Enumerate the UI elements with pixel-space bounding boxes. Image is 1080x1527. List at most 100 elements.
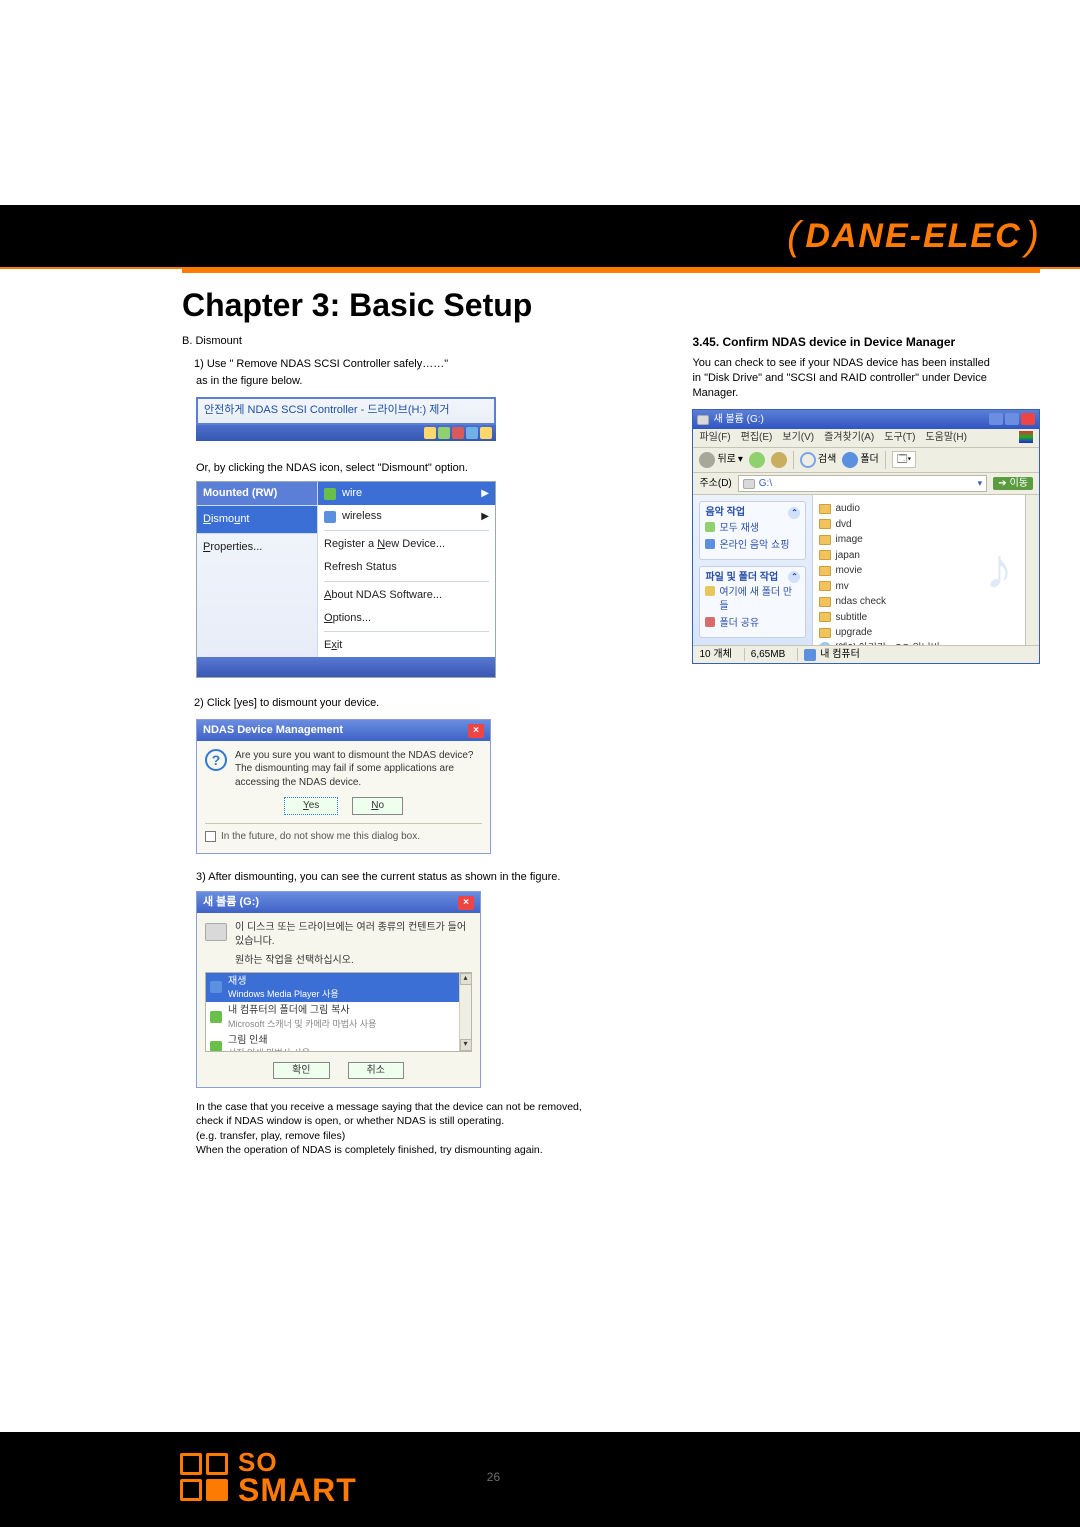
figure-context-menu: Mounted (RW) DDismountismount Properties… <box>196 481 496 678</box>
toolbar-separator <box>793 451 794 469</box>
close-icon[interactable]: × <box>468 724 484 738</box>
folder-icon <box>819 612 831 622</box>
computer-icon <box>804 649 816 661</box>
device-icon <box>324 488 336 500</box>
ctx-submenu-wire[interactable]: wire▶ <box>318 482 495 505</box>
list-item[interactable]: 재생Windows Media Player 사용 <box>206 973 471 1003</box>
question-icon: ? <box>205 749 227 771</box>
explorer-tasks-pane: 음악 작업⌃ 모두 재생 온라인 음악 쇼핑 파일 및 폴더 작업 ⌃ 여기에 새… <box>693 495 813 645</box>
dialog-title: NDAS Device Management <box>203 723 343 738</box>
window-titlebar: 새 볼륨 (G:) <box>693 410 1039 430</box>
task-item[interactable]: 여기에 새 폴더 만들 <box>705 584 800 615</box>
tray-icon <box>466 427 478 439</box>
right-p2: in "Disk Drive" and "SCSI and RAID contr… <box>692 371 1040 386</box>
ctx-exit[interactable]: Exit <box>318 634 495 657</box>
status-line-1: 이 디스크 또는 드라이브에는 여러 종류의 컨텐트가 들어 있습니다. <box>235 921 472 948</box>
search-button[interactable]: 검색 <box>800 452 836 468</box>
scanner-icon <box>210 1011 222 1023</box>
close-icon[interactable] <box>1021 413 1035 425</box>
task-item[interactable]: 온라인 음악 쇼핑 <box>705 537 800 555</box>
share-folder-icon <box>705 617 715 627</box>
drive-icon <box>743 479 755 489</box>
list-item[interactable]: audio <box>819 501 1033 517</box>
figure-current-status-dialog: 새 볼륨 (G:) × 이 디스크 또는 드라이브에는 여러 종류의 컨텐트가 … <box>196 891 481 1088</box>
menu-help[interactable]: 도움말(H) <box>925 431 966 445</box>
list-item[interactable]: 그림 인쇄사진 인쇄 마법사 사용 <box>206 1032 471 1052</box>
scroll-down-icon[interactable]: ▾ <box>460 1039 472 1051</box>
view-dropdown[interactable]: 🗔▾ <box>892 451 917 469</box>
ctx-submenu-wireless[interactable]: wireless▶ <box>318 505 495 528</box>
note-line-3: (e.g. transfer, play, remove files) <box>196 1129 662 1143</box>
so-smart-logo <box>180 1453 228 1501</box>
menu-view[interactable]: 보기(V) <box>782 431 814 445</box>
chevron-down-icon[interactable]: ▾ <box>978 477 983 489</box>
folder-icon <box>819 581 831 591</box>
no-button[interactable]: No <box>352 797 403 815</box>
ok-button[interactable]: 확인 <box>273 1062 329 1080</box>
folder-icon <box>819 519 831 529</box>
back-button[interactable]: 뒤로 ▾ <box>699 452 742 468</box>
go-button[interactable]: ➔ 이동 <box>993 477 1033 491</box>
maximize-icon[interactable] <box>1005 413 1019 425</box>
ctx-item-properties[interactable]: Properties... <box>197 533 317 561</box>
do-not-show-label: In the future, do not show me this dialo… <box>221 830 420 844</box>
figure-taskbar-strip <box>197 657 495 677</box>
dialog-title: 새 볼륨 (G:) <box>203 895 259 910</box>
vertical-scrollbar[interactable] <box>1025 495 1039 645</box>
drive-icon <box>205 923 227 941</box>
ctx-header-mounted: Mounted (RW) <box>197 482 317 505</box>
vertical-scrollbar[interactable]: ▴ ▾ <box>459 973 471 1051</box>
dialog-message-2: The dismounting may fail if some applica… <box>235 762 482 789</box>
menu-favorites[interactable]: 즐겨찾기(A) <box>824 431 874 445</box>
play-icon <box>705 522 715 532</box>
ctx-about[interactable]: About NDAS Software... <box>318 584 495 607</box>
address-bar: 주소(D) G:\ ▾ ➔ 이동 <box>693 473 1039 496</box>
list-item[interactable]: subtitle <box>819 610 1033 626</box>
ctx-register-new-device[interactable]: Register a New Device... <box>318 533 495 556</box>
tasks-title: 파일 및 폴더 작업 <box>705 571 778 585</box>
task-item[interactable]: 모두 재생 <box>705 520 800 538</box>
chapter-title: Chapter 3: Basic Setup <box>182 287 1040 324</box>
menu-tools[interactable]: 도구(T) <box>884 431 915 445</box>
dialog-titlebar: NDAS Device Management × <box>197 720 490 741</box>
task-item[interactable]: 폴더 공유 <box>705 615 800 633</box>
close-icon[interactable]: × <box>458 896 474 910</box>
or-note: Or, by clicking the NDAS icon, select "D… <box>196 461 662 476</box>
folders-icon <box>842 452 858 468</box>
safely-remove-text: 안전하게 NDAS SCSI Controller - 드라이브(H:) 제거 <box>204 403 449 418</box>
chevron-right-icon: ▶ <box>481 487 489 501</box>
folders-button[interactable]: 폴더 <box>842 452 878 468</box>
search-icon <box>800 452 816 468</box>
list-item[interactable]: 내 컴퓨터의 폴더에 그림 복사Microsoft 스캐너 및 카메라 마법사 … <box>206 1002 471 1032</box>
shop-icon <box>705 539 715 549</box>
cancel-button[interactable]: 취소 <box>348 1062 404 1080</box>
folder-icon <box>819 566 831 576</box>
menu-file[interactable]: 파일(F) <box>699 431 730 445</box>
note-line-4: When the operation of NDAS is completely… <box>196 1143 662 1157</box>
list-item[interactable]: dvd <box>819 517 1033 533</box>
divider <box>324 530 489 531</box>
list-item[interactable]: [예2] 아리랑 - SG 워너비 <box>819 641 1033 646</box>
ctx-item-dismount[interactable]: DDismountismount <box>197 505 317 533</box>
folder-icon <box>819 550 831 560</box>
music-tasks-box: 음악 작업⌃ 모두 재생 온라인 음악 쇼핑 <box>699 501 806 560</box>
collapse-icon[interactable]: ⌃ <box>788 571 800 583</box>
scroll-up-icon[interactable]: ▴ <box>460 973 472 985</box>
list-item[interactable]: upgrade <box>819 625 1033 641</box>
step-1-line2: as in the figure below. <box>196 374 662 389</box>
collapse-icon[interactable]: ⌃ <box>788 507 800 519</box>
menu-edit[interactable]: 편집(E) <box>741 431 773 445</box>
section-3-45-heading: 3.45. Confirm NDAS device in Device Mana… <box>692 334 1040 350</box>
ctx-options[interactable]: Options... <box>318 607 495 630</box>
up-icon[interactable] <box>771 452 787 468</box>
window-title: 새 볼륨 (G:) <box>713 413 763 427</box>
minimize-icon[interactable] <box>989 413 1003 425</box>
yes-button[interactable]: Yes <box>284 797 338 815</box>
do-not-show-checkbox[interactable] <box>205 831 216 842</box>
brand-logo: (DANE-ELEC) <box>787 214 1040 259</box>
device-icon <box>324 511 336 523</box>
forward-icon[interactable] <box>749 452 765 468</box>
action-listbox[interactable]: 재생Windows Media Player 사용 내 컴퓨터의 폴더에 그림 … <box>205 972 472 1052</box>
ctx-refresh-status[interactable]: Refresh Status <box>318 556 495 579</box>
address-input[interactable]: G:\ ▾ <box>738 475 987 493</box>
